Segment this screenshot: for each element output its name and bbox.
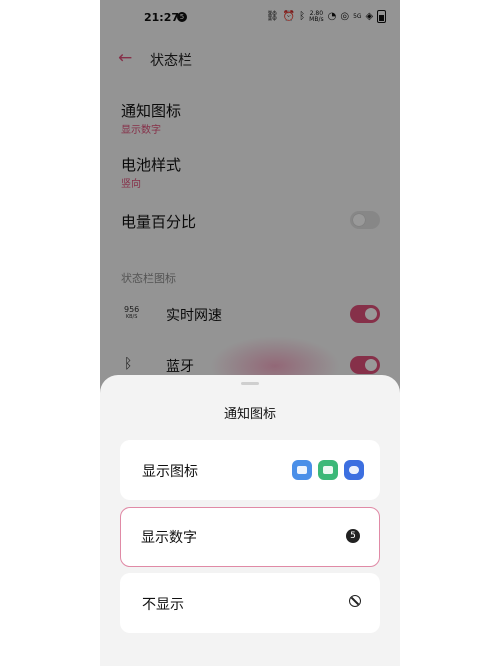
notification-icon-sheet: 通知图标 显示图标 显示数字 5 不显示 — [100, 375, 400, 666]
mail-icon — [292, 460, 312, 480]
message-icon — [318, 460, 338, 480]
option-label: 不显示 — [142, 597, 184, 613]
option-label: 显示图标 — [142, 464, 198, 480]
no-icon — [349, 595, 361, 607]
number-badge-icon: 5 — [346, 529, 360, 543]
option-show-number[interactable]: 显示数字 5 — [120, 507, 380, 567]
option-show-icons[interactable]: 显示图标 — [120, 440, 380, 500]
chat-icon — [344, 460, 364, 480]
option-app-icons — [292, 460, 364, 480]
option-hide[interactable]: 不显示 — [120, 573, 380, 633]
phone-screen: 21:27 5 ⛓ ⏰ ᛒ 2.80 MB/s ◔ ◎ 5G ◈ ← 状态栏 通… — [100, 0, 400, 666]
option-label: 显示数字 — [141, 530, 197, 546]
sheet-drag-handle[interactable] — [241, 382, 259, 385]
sheet-title: 通知图标 — [223, 407, 276, 422]
